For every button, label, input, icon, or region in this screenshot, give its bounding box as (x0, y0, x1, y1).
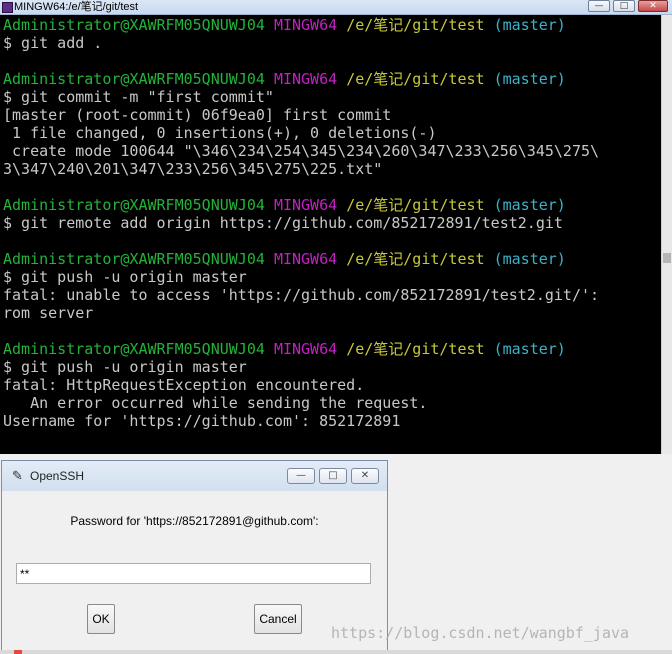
output-line: $ git push -u origin master (3, 268, 247, 286)
terminal-window: MINGW64:/e/笔记/git/test — □ ✕ Administrat… (0, 0, 672, 454)
prompt-path: /e/笔记/git/test (346, 70, 485, 88)
terminal-scrollbar[interactable] (661, 15, 672, 454)
dialog-minimize-button[interactable]: — (287, 468, 315, 484)
watermark: https://blog.csdn.net/wangbf_java (331, 624, 630, 642)
prompt-branch: (master) (493, 250, 566, 268)
scrollbar-thumb[interactable] (663, 253, 671, 263)
mingw-terminal-icon (2, 2, 13, 13)
dialog-title: OpenSSH (30, 469, 85, 483)
prompt-line: Administrator@XAWRFM05QNUWJ04 MINGW64 /e… (3, 196, 662, 214)
prompt-system: MINGW64 (273, 250, 338, 268)
prompt-user: Administrator@XAWRFM05QNUWJ04 (3, 196, 265, 214)
output-line: $ git commit -m "first commit" (3, 88, 274, 106)
taskbar-strip (0, 650, 672, 654)
prompt-system: MINGW64 (273, 16, 338, 34)
terminal-output[interactable]: Administrator@XAWRFM05QNUWJ04 MINGW64 /e… (0, 15, 662, 454)
output-line: [master (root-commit) 06f9ea0] first com… (3, 106, 392, 124)
prompt-user: Administrator@XAWRFM05QNUWJ04 (3, 16, 265, 34)
prompt-line: Administrator@XAWRFM05QNUWJ04 MINGW64 /e… (3, 340, 662, 358)
minimize-button[interactable]: — (588, 0, 610, 12)
password-prompt: Password for 'https://852172891@github.c… (70, 514, 319, 528)
output-line: $ git push -u origin master (3, 358, 247, 376)
output-line: fatal: HttpRequestException encountered. (3, 376, 365, 394)
output-line: rom server (3, 304, 94, 322)
dialog-window-controls: — □ ✕ (287, 468, 379, 484)
prompt-system: MINGW64 (273, 70, 338, 88)
terminal-text: Administrator@XAWRFM05QNUWJ04 MINGW64 /e… (0, 15, 662, 430)
feather-icon: ✎ (12, 468, 23, 483)
output-line: $ git add . (3, 34, 103, 52)
dialog-close-button[interactable]: ✕ (351, 468, 379, 484)
output-line: Username for 'https://github.com': 85217… (3, 412, 401, 430)
output-line: fatal: unable to access 'https://github.… (3, 286, 609, 304)
taskbar-app-icon[interactable] (14, 650, 22, 654)
close-button[interactable]: ✕ (638, 0, 668, 12)
output-line: 1 file changed, 0 insertions(+), 0 delet… (3, 124, 437, 142)
prompt-path: /e/笔记/git/test (346, 16, 485, 34)
prompt-system: MINGW64 (273, 196, 338, 214)
prompt-path: /e/笔记/git/test (346, 340, 485, 358)
terminal-window-controls: — □ ✕ (588, 0, 668, 13)
terminal-title: MINGW64:/e/笔记/git/test (14, 1, 139, 13)
dialog-maximize-button[interactable]: □ (319, 468, 347, 484)
maximize-button[interactable]: □ (613, 0, 635, 12)
output-line: $ git remote add origin https://github.c… (3, 214, 563, 232)
output-line: create mode 100644 "\346\234\254\345\234… (3, 142, 600, 160)
prompt-path: /e/笔记/git/test (346, 196, 485, 214)
dialog-titlebar[interactable]: ✎ OpenSSH — □ ✕ (2, 461, 387, 491)
prompt-branch: (master) (493, 196, 566, 214)
output-line: An error occurred while sending the requ… (3, 394, 428, 412)
ok-button[interactable]: OK (87, 604, 115, 634)
prompt-branch: (master) (493, 340, 566, 358)
prompt-branch: (master) (493, 70, 566, 88)
prompt-user: Administrator@XAWRFM05QNUWJ04 (3, 340, 265, 358)
prompt-system: MINGW64 (273, 340, 338, 358)
prompt-line: Administrator@XAWRFM05QNUWJ04 MINGW64 /e… (3, 16, 662, 34)
prompt-user: Administrator@XAWRFM05QNUWJ04 (3, 250, 265, 268)
password-field[interactable] (16, 563, 371, 584)
terminal-titlebar[interactable]: MINGW64:/e/笔记/git/test — □ ✕ (0, 0, 672, 15)
prompt-line: Administrator@XAWRFM05QNUWJ04 MINGW64 /e… (3, 70, 662, 88)
openssh-dialog: ✎ OpenSSH — □ ✕ Password for 'https://85… (1, 460, 388, 654)
prompt-path: /e/笔记/git/test (346, 250, 485, 268)
prompt-user: Administrator@XAWRFM05QNUWJ04 (3, 70, 265, 88)
prompt-branch: (master) (493, 16, 566, 34)
cancel-button[interactable]: Cancel (254, 604, 302, 634)
output-line: 3\347\240\201\347\233\256\345\275\225.tx… (3, 160, 383, 178)
prompt-line: Administrator@XAWRFM05QNUWJ04 MINGW64 /e… (3, 250, 662, 268)
